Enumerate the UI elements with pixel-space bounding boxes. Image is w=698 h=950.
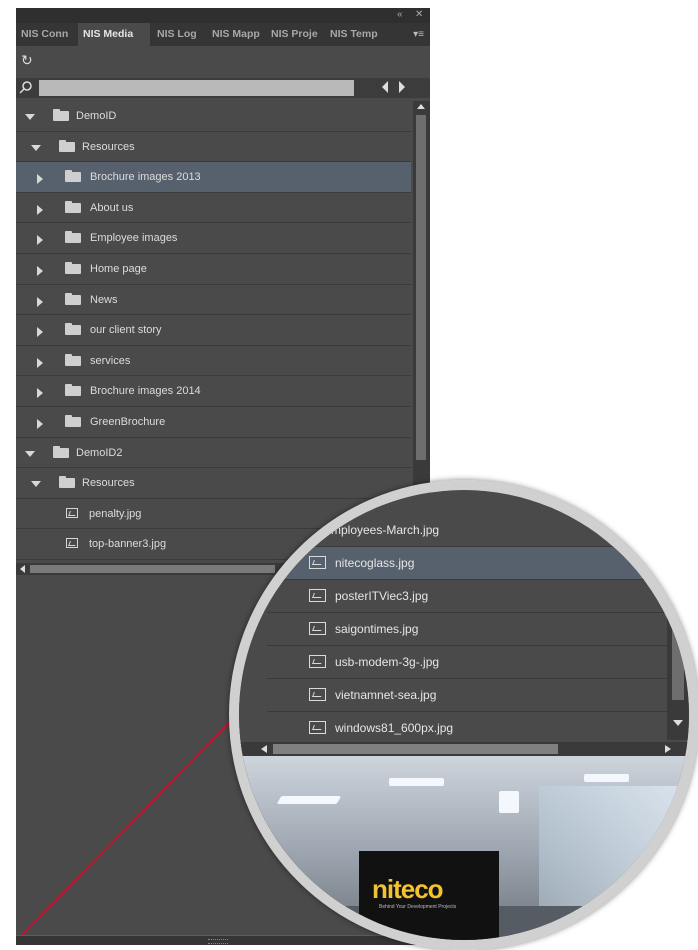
niteco-logo: niteco (372, 874, 444, 904)
file-item-nitecoglass[interactable]: nitecoglass.jpg (267, 547, 667, 580)
magnified-horizontal-scrollbar[interactable] (239, 742, 689, 756)
scroll-left-icon[interactable] (261, 745, 267, 753)
file-item-label: vietnamnet-sea.jpg (335, 688, 437, 702)
image-file-icon (309, 721, 326, 734)
file-item-label: nitecoglass.jpg (335, 556, 415, 570)
image-file-icon (309, 589, 326, 602)
magnified-file-list: -Employees-March.jpg nitecoglass.jpg pos… (239, 490, 689, 940)
image-file-icon (309, 556, 326, 569)
image-file-icon (309, 688, 326, 701)
file-item[interactable]: windows81_600px.jpg (267, 712, 667, 745)
scroll-right-icon[interactable] (665, 745, 671, 753)
logo-tagline: Behind Your Development Projects (379, 904, 457, 910)
ceiling-light (389, 778, 444, 786)
file-item-label: -Employees-March.jpg (319, 523, 440, 537)
scroll-down-icon[interactable] (673, 720, 683, 726)
magnifier-callout: -Employees-March.jpg nitecoglass.jpg pos… (229, 480, 698, 950)
file-item[interactable]: usb-modem-3g-.jpg (267, 646, 667, 679)
file-item[interactable]: -Employees-March.jpg (267, 514, 667, 547)
image-file-icon (309, 622, 326, 635)
magnified-vertical-scrollbar[interactable] (667, 490, 689, 740)
scrollbar-thumb[interactable] (672, 490, 684, 700)
image-file-icon (309, 655, 326, 668)
file-item-label: saigontimes.jpg (335, 622, 419, 636)
file-item-label: posterITViec3.jpg (335, 589, 429, 603)
scrollbar-thumb[interactable] (273, 744, 558, 754)
file-item[interactable]: saigontimes.jpg (267, 613, 667, 646)
image-preview: niteco Behind Your Development Projects (239, 756, 689, 940)
ceiling-light (276, 796, 342, 804)
file-item[interactable]: vietnamnet-sea.jpg (267, 679, 667, 712)
file-item[interactable]: posterITViec3.jpg (267, 580, 667, 613)
file-item-label: usb-modem-3g-.jpg (335, 655, 440, 669)
file-item-label: windows81_600px.jpg (335, 721, 454, 735)
ceiling-light (499, 791, 519, 813)
ceiling-light (584, 774, 629, 782)
